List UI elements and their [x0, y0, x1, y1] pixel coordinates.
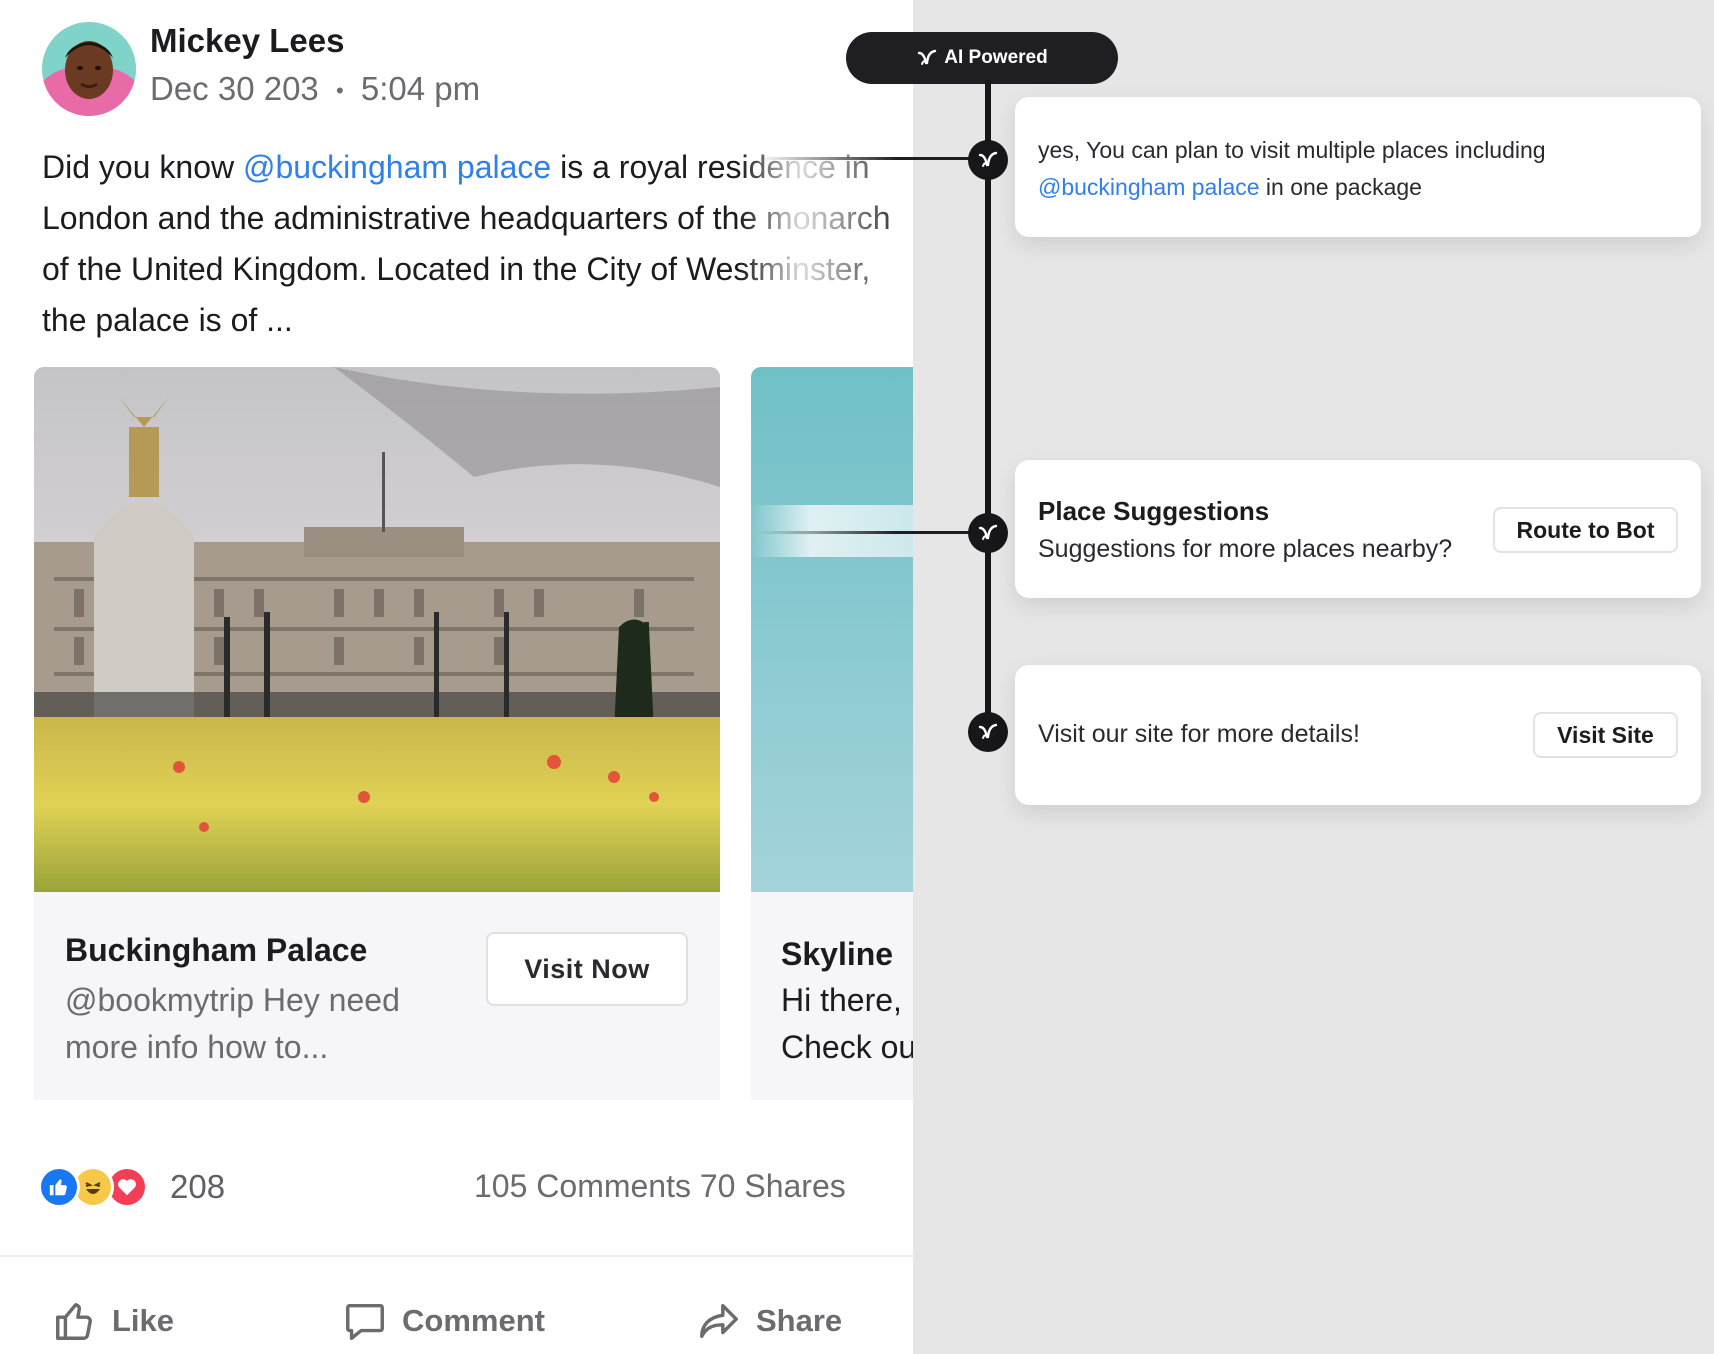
comments-shares-count[interactable]: 105 Comments 70 Shares: [474, 1168, 846, 1205]
reaction-summary[interactable]: 208: [38, 1165, 225, 1209]
share-button[interactable]: Share: [696, 1296, 842, 1346]
sparkle-leaf-icon: [968, 140, 1008, 180]
route-to-bot-button[interactable]: Route to Bot: [1493, 507, 1678, 553]
card-description: Hi there, Check ou: [781, 977, 913, 1071]
connector-line: [757, 157, 992, 160]
thumbs-up-icon: [56, 1303, 92, 1340]
ai-powered-label: AI Powered: [944, 47, 1048, 68]
like-button[interactable]: Like: [52, 1296, 174, 1346]
card-body: Buckingham Palace @bookmytrip Hey need m…: [34, 892, 720, 1100]
comment-button[interactable]: Comment: [342, 1296, 545, 1346]
share-label: Share: [756, 1303, 843, 1338]
card-description: @bookmytrip Hey need more info how to...: [65, 982, 400, 1065]
visit-site-card: Visit our site for more details! Visit S…: [1015, 665, 1701, 805]
author-avatar[interactable]: [42, 22, 136, 116]
buckingham-palace-photo: [34, 367, 720, 892]
card-title: Skyline: [781, 936, 894, 972]
post-body: Did you know @buckingham palace is a roy…: [42, 142, 902, 346]
ai-reply-mention-link[interactable]: @buckingham palace: [1038, 174, 1260, 200]
post-timestamp: Dec 30 203 • 5:04 pm: [150, 70, 480, 108]
sparkle-leaf-icon: [968, 712, 1008, 752]
card-description-line: Hi there,: [781, 982, 902, 1018]
post-mention-link[interactable]: @buckingham palace: [243, 149, 551, 185]
social-post: Mickey Lees Dec 30 203 • 5:04 pm Did you…: [0, 0, 913, 1354]
card-description-line: Check ou: [781, 1029, 913, 1065]
ai-powered-badge: AI Powered: [846, 32, 1118, 84]
reaction-count: 208: [170, 1168, 226, 1205]
place-suggestions-title: Place Suggestions: [1038, 496, 1270, 526]
like-label: Like: [112, 1303, 175, 1338]
divider: [0, 1255, 913, 1257]
place-suggestions-card: Place Suggestions Suggestions for more p…: [1015, 460, 1701, 598]
meta-separator: •: [335, 78, 344, 104]
share-arrow-icon: [700, 1303, 738, 1339]
carousel-card-buckingham[interactable]: Buckingham Palace @bookmytrip Hey need m…: [34, 367, 720, 1100]
visit-now-button[interactable]: Visit Now: [486, 932, 688, 1006]
card-body: Skyline Hi there, Check ou: [751, 892, 913, 1100]
teal-skyline-photo: [751, 367, 913, 892]
ai-reply-before: yes, You can plan to visit multiple plac…: [1038, 137, 1546, 163]
post-time: 5:04 pm: [360, 70, 481, 107]
sparkle-leaf-icon: [968, 513, 1008, 553]
sparkle-leaf-icon: [918, 49, 937, 65]
visit-site-button[interactable]: Visit Site: [1533, 712, 1678, 758]
place-suggestions-description: Suggestions for more places nearby?: [1038, 535, 1453, 563]
comment-label: Comment: [402, 1303, 545, 1338]
post-text-before: Did you know: [42, 149, 243, 185]
ai-reply-card: yes, You can plan to visit multiple plac…: [1015, 97, 1701, 237]
visit-site-text: Visit our site for more details!: [1038, 720, 1360, 748]
post-date: Dec 30 203: [150, 70, 319, 107]
like-reaction-icon: [38, 1166, 80, 1208]
carousel-card-skyline[interactable]: Skyline Hi there, Check ou: [751, 367, 913, 1100]
connector-line: [757, 531, 992, 534]
ai-reply-after: in one package: [1259, 174, 1422, 200]
speech-bubble-icon: [346, 1303, 384, 1340]
card-title: Buckingham Palace: [65, 932, 368, 968]
ai-reply-text: yes, You can plan to visit multiple plac…: [1038, 132, 1658, 206]
author-name[interactable]: Mickey Lees: [150, 22, 344, 60]
